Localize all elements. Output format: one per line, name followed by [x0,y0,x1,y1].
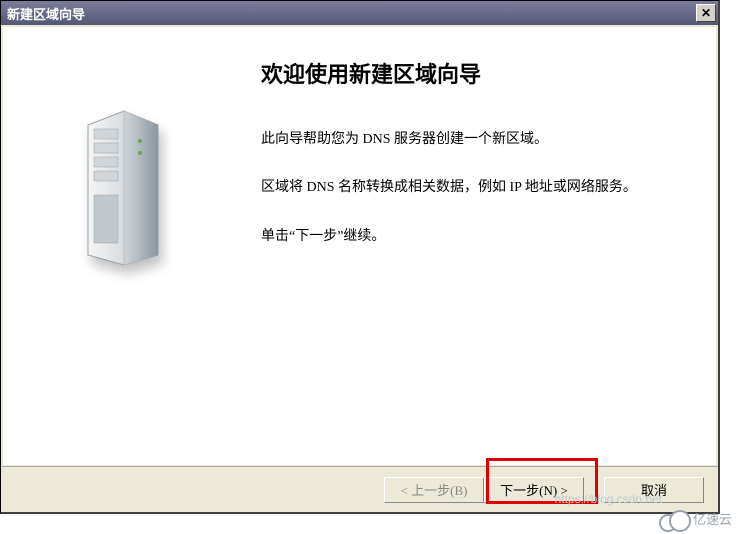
wizard-window: 新建区域向导 ✕ [0,0,720,514]
cloud-icon [657,508,687,528]
close-button[interactable]: ✕ [696,4,716,22]
wizard-instruction: 单击“下一步”继续。 [261,226,692,248]
watermark-text: 亿速云 [693,509,732,528]
server-icon [78,107,168,272]
back-button: < 上一步(B) [384,477,484,503]
titlebar: 新建区域向导 ✕ [1,1,718,25]
wizard-description-1: 此向导帮助您为 DNS 服务器创建一个新区域。 [261,129,692,151]
watermark-url: https://blog.csdn.net [555,492,662,506]
close-icon: ✕ [701,6,711,20]
right-pane: 欢迎使用新建区域向导 此向导帮助您为 DNS 服务器创建一个新区域。 区域将 D… [243,27,716,465]
wizard-heading: 欢迎使用新建区域向导 [261,57,692,89]
wizard-content: 欢迎使用新建区域向导 此向导帮助您为 DNS 服务器创建一个新区域。 区域将 D… [3,27,716,465]
wizard-description-2: 区域将 DNS 名称转换成相关数据，例如 IP 地址或网络服务。 [261,177,692,199]
left-pane [3,27,243,465]
watermark: https://blog.csdn.net 亿速云 [657,508,732,528]
window-title: 新建区域向导 [7,4,85,23]
